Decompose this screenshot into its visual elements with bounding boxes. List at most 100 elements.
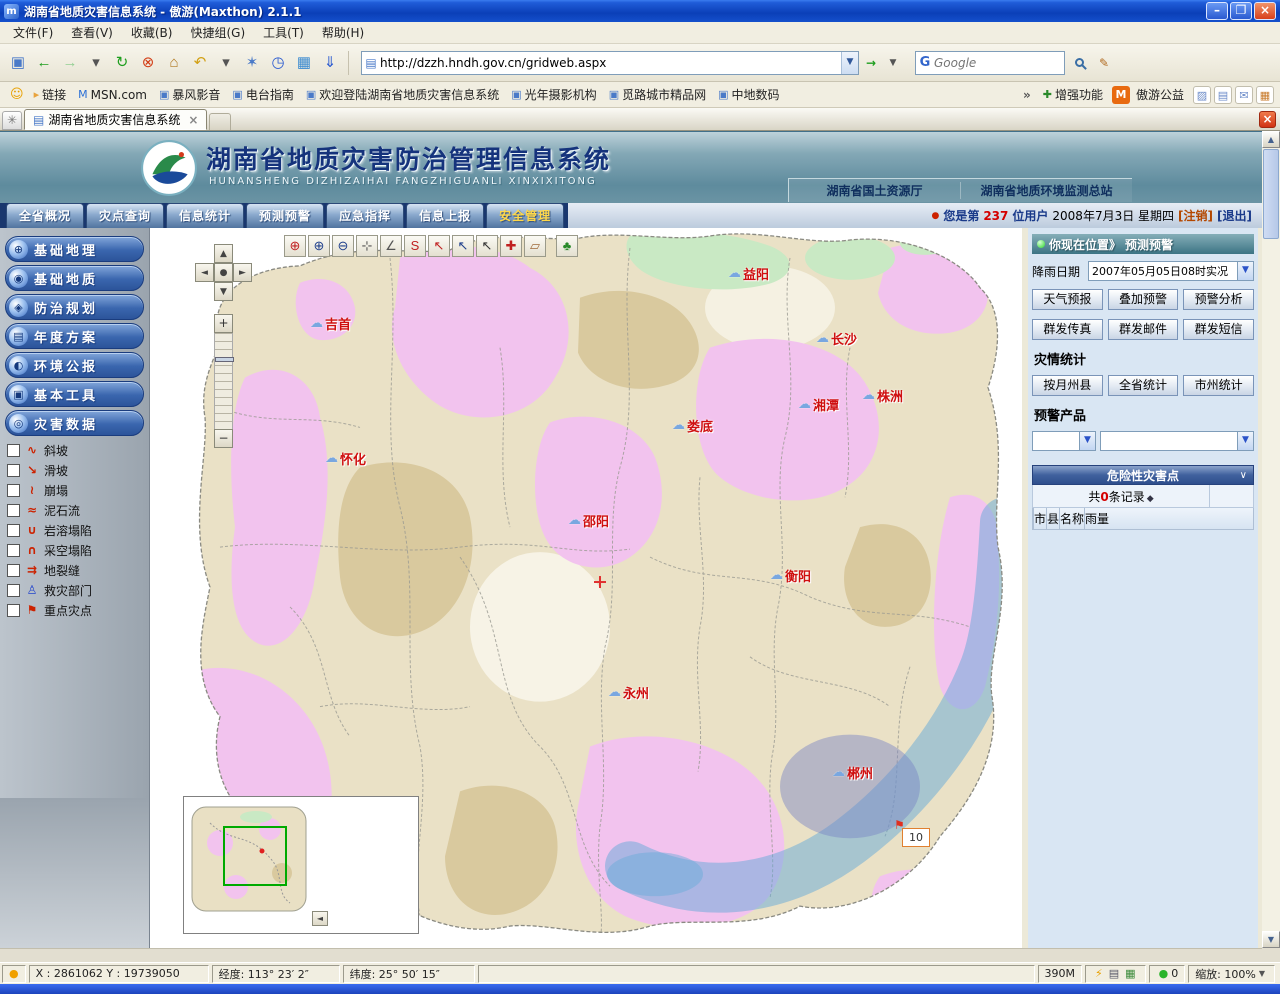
rain-date-select[interactable]: 2007年05月05日08时实况 ▼: [1088, 261, 1254, 281]
sidebar-button[interactable]: ⊕ 基础地理: [5, 236, 144, 262]
link-item[interactable]: ▣ 欢迎登陆湖南省地质灾害信息系统: [300, 84, 505, 105]
layer-checkbox[interactable]: [7, 524, 20, 537]
nav-tab[interactable]: 预测预警: [246, 203, 324, 228]
product-item-select[interactable]: ▼: [1100, 431, 1254, 451]
stats-button[interactable]: 市州统计: [1183, 375, 1254, 396]
banner-link[interactable]: 湖南省国土资源厅: [789, 182, 960, 199]
menu-item[interactable]: 收藏(B): [122, 22, 182, 43]
panel-action-button[interactable]: 天气预报: [1032, 289, 1103, 310]
stats-button[interactable]: 全省统计: [1108, 375, 1179, 396]
scroll-down-icon[interactable]: ▼: [1262, 931, 1280, 948]
history-dropdown[interactable]: ▾: [84, 50, 108, 76]
banner-link[interactable]: 湖南省地质环境监测总站: [960, 182, 1132, 199]
zoom-in-button[interactable]: +: [214, 314, 233, 333]
layer-checkbox[interactable]: [7, 564, 20, 577]
charity-icon[interactable]: M: [1112, 86, 1130, 104]
pan-up[interactable]: ▲: [214, 244, 233, 263]
snap-button[interactable]: ▦: [292, 50, 316, 76]
panel-action-button[interactable]: 预警分析: [1183, 289, 1254, 310]
go-button[interactable]: →: [861, 52, 881, 74]
undo-dropdown[interactable]: ▾: [214, 50, 238, 76]
eraser-tool[interactable]: ▱: [524, 235, 546, 257]
select-rect-tool[interactable]: ↖: [452, 235, 474, 257]
menu-item[interactable]: 工具(T): [254, 22, 313, 43]
close-button[interactable]: ×: [1254, 2, 1276, 20]
page-scrollbar[interactable]: ▲ ▼: [1262, 131, 1280, 948]
sidebar-button[interactable]: ◉ 基础地质: [5, 265, 144, 291]
undo-button[interactable]: ↶: [188, 50, 212, 76]
danger-points-header[interactable]: 危险性灾害点 ∨: [1032, 465, 1254, 485]
logout-link[interactable]: [注销]: [1178, 207, 1213, 224]
layer-row[interactable]: ♙ 救灾部门: [0, 580, 149, 600]
zoom-out-tool[interactable]: ⊖: [332, 235, 354, 257]
menu-item[interactable]: 文件(F): [4, 22, 62, 43]
layer-row[interactable]: ⚑ 重点灾点: [0, 600, 149, 620]
nav-tab[interactable]: 信息统计: [166, 203, 244, 228]
nav-tab[interactable]: 灾点查询: [86, 203, 164, 228]
sidebar-button[interactable]: ◎ 灾害数据: [5, 410, 144, 436]
pan-center[interactable]: ●: [214, 263, 233, 282]
sidebar-button[interactable]: ▣ 基本工具: [5, 381, 144, 407]
mail-icon[interactable]: ✉: [1235, 86, 1253, 104]
panel-action-button[interactable]: 叠加预警: [1108, 289, 1179, 310]
nav-tab[interactable]: 全省概况: [6, 203, 84, 228]
search-icon[interactable]: [1075, 58, 1084, 67]
sidebar-button[interactable]: ▤ 年度方案: [5, 323, 144, 349]
tab-active[interactable]: ▤ 湖南省地质灾害信息系统 ×: [24, 109, 207, 130]
horizontal-scroll-area[interactable]: [0, 948, 1262, 962]
layer-row[interactable]: ∪ 岩溶塌陷: [0, 520, 149, 540]
layer-checkbox[interactable]: [7, 584, 20, 597]
link-item[interactable]: ▸ 链接: [28, 84, 73, 105]
chevron-down-icon[interactable]: ▼: [1079, 432, 1095, 450]
filter-counter[interactable]: ● 0: [1149, 965, 1186, 983]
link-item[interactable]: M MSN.com: [72, 86, 153, 104]
pan-tool[interactable]: ⊹: [356, 235, 378, 257]
plugin-status-icon[interactable]: ●: [2, 965, 26, 983]
boost-icon[interactable]: ⚡: [1092, 967, 1106, 980]
nav-tab[interactable]: 安全管理: [486, 203, 564, 228]
zoom-in-tool[interactable]: ⊕: [308, 235, 330, 257]
forward-button[interactable]: →: [58, 50, 82, 76]
maximize-button[interactable]: ❐: [1230, 2, 1252, 20]
zoom-full-tool[interactable]: ⊕: [284, 235, 306, 257]
new-page-button[interactable]: ▣: [6, 50, 30, 76]
timer-button[interactable]: ◷: [266, 50, 290, 76]
nav-tab[interactable]: 应急指挥: [326, 203, 404, 228]
address-bar[interactable]: ▤ ▼: [361, 51, 859, 75]
collapse-icon[interactable]: ∨: [1240, 466, 1247, 486]
pan-left[interactable]: ◄: [195, 263, 214, 282]
select-tool[interactable]: ↖: [476, 235, 498, 257]
scroll-up-icon[interactable]: ▲: [1262, 131, 1280, 148]
panel-action-button[interactable]: 群发邮件: [1108, 319, 1179, 340]
highlight-pen-icon[interactable]: ✎: [1094, 52, 1114, 74]
panel-action-button[interactable]: 群发传真: [1032, 319, 1103, 340]
identify-tool[interactable]: ↖: [428, 235, 450, 257]
zoom-out-button[interactable]: −: [214, 429, 233, 448]
rain-flag-marker[interactable]: ⚑ 10: [902, 828, 930, 847]
link-item[interactable]: ▣ 光年摄影机构: [505, 84, 602, 105]
s-query-tool[interactable]: S: [404, 235, 426, 257]
layer-row[interactable]: ≈ 泥石流: [0, 500, 149, 520]
address-dropdown-icon[interactable]: ▼: [841, 52, 858, 74]
links-overflow-chevron[interactable]: »: [1017, 88, 1037, 102]
overview-map[interactable]: ◄: [183, 796, 419, 934]
product-type-select[interactable]: ▼: [1032, 431, 1096, 451]
zoom-slider-thumb[interactable]: [215, 357, 234, 362]
nav-tab[interactable]: 信息上报: [406, 203, 484, 228]
layer-row[interactable]: ∿ 斜坡: [0, 440, 149, 460]
layer-row[interactable]: ⇉ 地裂缝: [0, 560, 149, 580]
zoom-slider[interactable]: [214, 333, 233, 429]
link-item[interactable]: ▣ 觅路城市精品网: [603, 84, 712, 105]
exit-link[interactable]: [退出]: [1217, 207, 1252, 224]
smiley-icon[interactable]: ☺: [6, 87, 28, 102]
address-input[interactable]: [380, 53, 841, 73]
new-tab-stub[interactable]: [209, 113, 231, 130]
search-input[interactable]: [934, 53, 1064, 73]
map-area[interactable]: ⊕⊕⊖⊹∠S↖↖↖✚▱ ♣ ▲◄●►▼ + − ☁ 吉首 ☁ 益阳 ☁ 长沙: [150, 228, 1022, 948]
enhance-link[interactable]: ✚ 增强功能: [1037, 84, 1109, 105]
stop-button[interactable]: ⊗: [136, 50, 160, 76]
pan-right[interactable]: ►: [233, 263, 252, 282]
layer-tree-tool[interactable]: ♣: [556, 235, 578, 257]
sidebar-button[interactable]: ◐ 环境公报: [5, 352, 144, 378]
layer-row[interactable]: ≀ 崩塌: [0, 480, 149, 500]
